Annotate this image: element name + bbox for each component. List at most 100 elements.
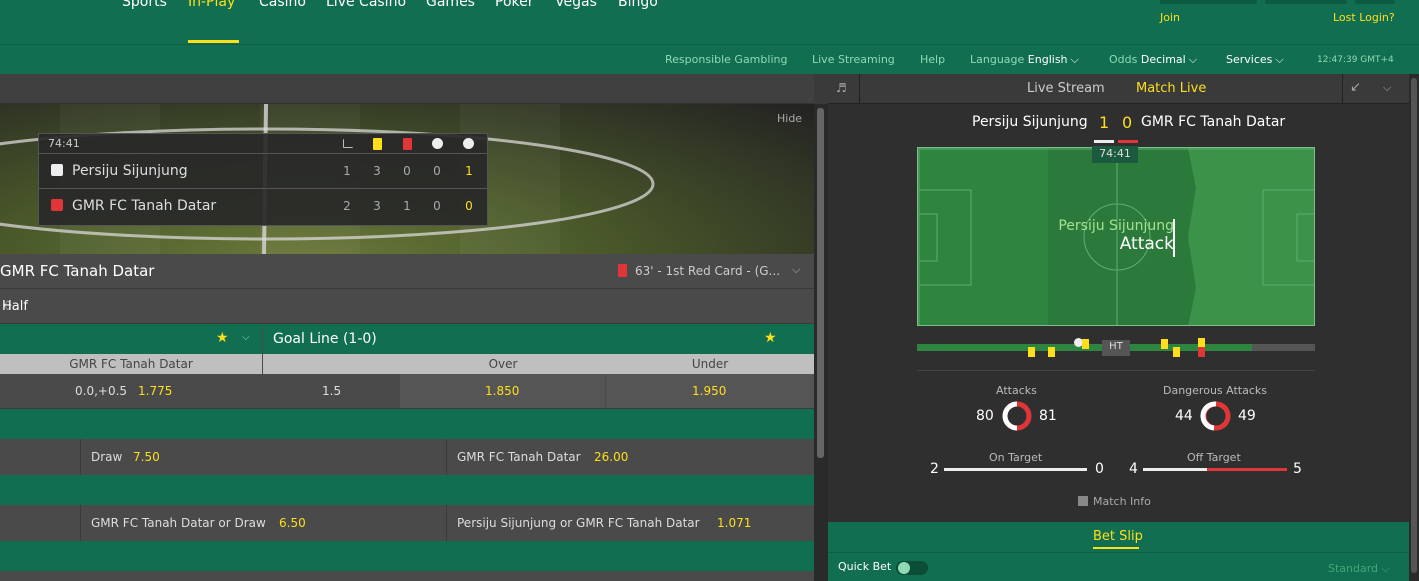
red-card-icon [403, 138, 412, 150]
market-header[interactable] [0, 409, 814, 439]
username-input[interactable] [1160, 0, 1257, 4]
left-scrollbar[interactable] [814, 104, 828, 581]
nav-bingo[interactable]: Bingo [618, 0, 658, 10]
away-shirt-icon [51, 199, 63, 211]
chevron-down-icon[interactable]: ⌵ [1383, 81, 1391, 95]
away-odds: 26.00 [594, 450, 629, 464]
scrollbar-thumb[interactable] [817, 108, 824, 458]
collapse-icon[interactable]: ↙ [1350, 80, 1361, 95]
home-goals: 1 [465, 164, 473, 178]
match-clock: 74:41 [48, 137, 80, 150]
odds-button-draw[interactable]: Draw 7.50 [80, 439, 446, 475]
bet-slip-tab[interactable]: Bet Slip [1093, 529, 1143, 544]
divider [917, 370, 1315, 371]
dangerous-attacks-home: 44 [1175, 408, 1193, 424]
lost-login-link[interactable]: Lost Login? [1333, 11, 1395, 24]
away-goals: 0 [465, 199, 473, 213]
odds-row: Draw 7.50 GMR FC Tanah Datar 26.00 [0, 439, 814, 475]
info-icon [1078, 496, 1088, 506]
bell-icon[interactable]: ♢ [2, 299, 14, 314]
away-yellow-cards: 3 [373, 199, 381, 213]
away-team-name: GMR FC Tanah Datar [72, 198, 217, 214]
scoreboard: 74:41 Persiju Sijunjung 1 3 0 0 1 GMR FC… [38, 133, 488, 226]
chevron-down-icon[interactable]: ⌵ [792, 263, 800, 277]
odds-button-over[interactable]: 1.850 [400, 374, 605, 409]
star-icon[interactable]: ★ [764, 330, 777, 346]
help-link[interactable]: Help [920, 53, 945, 66]
odds-row: GMR FC Tanah Datar or Draw 6.50 Persiju … [0, 505, 814, 541]
right-panel-tabs: ♬ Live Stream Match Live ↙ ⌵ [828, 74, 1409, 104]
star-icon[interactable]: ★ [216, 330, 229, 346]
odds-button-away[interactable]: GMR FC Tanah Datar 26.00 [446, 439, 814, 475]
match-tracker-pitch: Persiju Sijunjung Attack [917, 147, 1315, 326]
language-value: English [1027, 53, 1068, 66]
home-yellow-cards: 3 [373, 164, 381, 178]
nav-sports[interactable]: Sports [122, 0, 167, 10]
responsible-gambling-link[interactable]: Responsible Gambling [665, 53, 787, 66]
latest-event: 63' - 1st Red Card - (G... [635, 264, 781, 278]
dangerous-attacks-label: Dangerous Attacks [1163, 384, 1267, 397]
handicap-odds: 1.775 [138, 384, 173, 398]
market-header[interactable] [0, 541, 814, 571]
away-red-cards: 1 [403, 199, 411, 213]
bet-slip-header[interactable]: Bet Slip [828, 522, 1409, 552]
hide-button[interactable]: Hide [777, 112, 802, 125]
on-target-away: 0 [1095, 461, 1104, 477]
bet-slip-underline [1093, 547, 1139, 549]
tab-match-live[interactable]: Match Live [1136, 81, 1206, 96]
nav-poker[interactable]: Poker [495, 0, 534, 10]
active-tab-indicator [188, 40, 239, 43]
on-target-label: On Target [989, 451, 1043, 464]
under-odds: 1.950 [692, 384, 727, 398]
live-streaming-link[interactable]: Live Streaming [812, 53, 895, 66]
join-link[interactable]: Join [1160, 11, 1180, 24]
event-panel: Hide 74:41 Persiju Sijunjung 1 3 0 0 1 G… [0, 74, 814, 581]
odds-button-handicap[interactable]: 0.0,+0.5 1.775 [0, 374, 262, 409]
odds-row [0, 571, 814, 581]
chevron-down-icon[interactable]: ⌵ [242, 332, 250, 343]
odds-selector[interactable]: Odds Decimal ⌵ [1109, 53, 1197, 67]
home-red-cards: 0 [403, 164, 411, 178]
odds-button-double-chance-1[interactable]: GMR FC Tanah Datar or Draw 6.50 [80, 505, 446, 541]
odds-button-double-chance-2[interactable]: Persiju Sijunjung or GMR FC Tanah Datar … [446, 505, 814, 541]
quick-bet-toggle[interactable] [896, 561, 928, 575]
right-scrollbar[interactable] [1409, 74, 1419, 581]
standard-label: Standard [1328, 562, 1379, 575]
odds-value: Decimal [1140, 53, 1186, 66]
nav-live-casino[interactable]: Live Casino [326, 0, 406, 10]
scrollbar-thumb[interactable] [1411, 78, 1417, 573]
yellow-card-icon [1173, 347, 1180, 357]
substitution-icon [432, 138, 443, 149]
match-info-link[interactable]: Match Info [1078, 495, 1151, 508]
market-header[interactable] [0, 475, 814, 505]
away-label: GMR FC Tanah Datar [457, 450, 581, 464]
red-card-icon [1198, 347, 1205, 357]
nav-casino[interactable]: Casino [259, 0, 306, 10]
match-header[interactable]: GMR FC Tanah Datar 63' - 1st Red Card - … [0, 254, 814, 289]
dangerous-attacks-away: 49 [1238, 408, 1256, 424]
market-header-left[interactable]: ★ ⌵ [0, 324, 262, 354]
handicap-line: 0.0,+0.5 [75, 384, 128, 398]
services-menu[interactable]: Services ⌵ [1226, 53, 1284, 67]
nav-in-play[interactable]: In-Play [188, 0, 235, 10]
home-team-name: Persiju Sijunjung [72, 163, 188, 179]
off-target-home: 4 [1129, 461, 1138, 477]
password-input[interactable] [1265, 0, 1347, 4]
nav-games[interactable]: Games [426, 0, 475, 10]
yellow-card-icon [1028, 347, 1035, 357]
tab-live-stream[interactable]: Live Stream [1027, 81, 1105, 96]
market-header-goal-line[interactable]: Goal Line (1-0) ★ [263, 324, 814, 354]
login-button[interactable] [1355, 0, 1395, 4]
home-shirt-icon [51, 164, 63, 176]
speaker-icon[interactable]: ♬ [836, 81, 847, 95]
standard-selector[interactable]: Standard ⌵ [1328, 562, 1390, 576]
nav-vegas[interactable]: Vegas [555, 0, 597, 10]
odds-button-under[interactable]: 1.950 [606, 374, 814, 409]
double-chance-1-label: GMR FC Tanah Datar or Draw [91, 516, 266, 530]
corner-icon [343, 139, 353, 148]
home-colour-bar [1094, 140, 1114, 143]
over-odds: 1.850 [485, 384, 520, 398]
toggle-knob [898, 562, 910, 574]
language-label: Language [970, 53, 1025, 66]
language-selector[interactable]: Language English ⌵ [970, 53, 1079, 67]
